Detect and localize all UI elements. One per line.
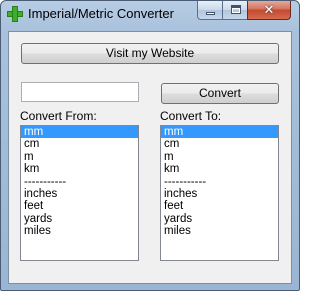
list-item[interactable]: cm — [21, 138, 138, 150]
list-item[interactable]: mm — [21, 126, 138, 139]
list-item[interactable]: inches — [21, 188, 138, 200]
client-area: Visit my Website Convert Convert From: C… — [8, 31, 292, 284]
close-icon: ✕ — [263, 2, 275, 17]
list-item[interactable]: miles — [161, 225, 278, 237]
maximize-icon — [231, 5, 241, 14]
list-item[interactable]: miles — [21, 225, 138, 237]
list-item[interactable]: ----------- — [21, 176, 138, 188]
title-bar[interactable]: Imperial/Metric Converter ✕ — [1, 1, 299, 27]
green-plus-icon — [7, 6, 23, 22]
list-item[interactable]: cm — [161, 138, 278, 150]
list-item[interactable]: yards — [21, 213, 138, 225]
list-item[interactable]: feet — [161, 200, 278, 212]
convert-button[interactable]: Convert — [161, 83, 279, 104]
list-item[interactable]: yards — [161, 213, 278, 225]
window-title: Imperial/Metric Converter — [28, 6, 174, 21]
visit-website-button[interactable]: Visit my Website — [21, 43, 279, 64]
list-item[interactable]: km — [161, 163, 278, 175]
app-window: Imperial/Metric Converter ✕ Visit my Web… — [0, 0, 300, 291]
list-item[interactable]: m — [21, 151, 138, 163]
minimize-icon — [206, 12, 215, 15]
close-button[interactable]: ✕ — [247, 1, 291, 20]
value-input[interactable] — [21, 82, 139, 102]
convert-to-listbox[interactable]: mm cm m km ----------- inches feet yards miles — [160, 125, 279, 261]
convert-from-listbox[interactable]: mm cm m km ----------- inches feet yards miles — [20, 125, 139, 261]
list-item[interactable]: km — [21, 163, 138, 175]
list-item[interactable]: ----------- — [161, 176, 278, 188]
list-item[interactable]: m — [161, 151, 278, 163]
list-item[interactable]: mm — [161, 126, 278, 139]
convert-to-label: Convert To: — [160, 109, 222, 123]
list-item[interactable]: inches — [161, 188, 278, 200]
maximize-button[interactable] — [222, 1, 248, 20]
list-item[interactable]: feet — [21, 200, 138, 212]
minimize-button[interactable] — [197, 1, 223, 20]
convert-from-label: Convert From: — [20, 109, 97, 123]
